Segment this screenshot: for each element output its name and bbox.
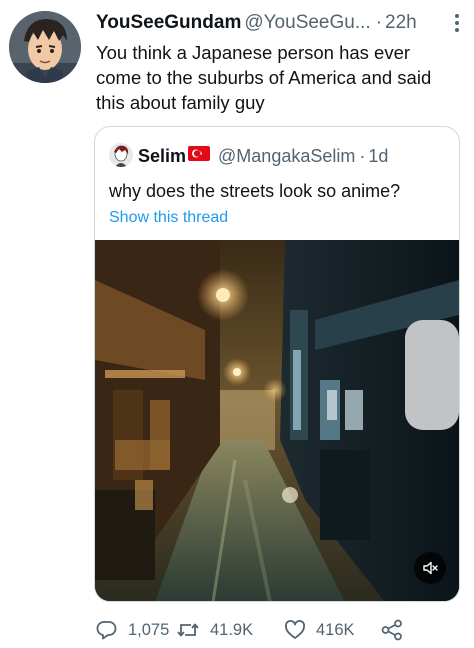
reply-button[interactable]: 1,075 [96,616,169,644]
reply-count: 1,075 [128,620,170,639]
turkey-flag-icon [188,142,211,168]
quoted-tweet[interactable]: Selim @MangakaSelim · 1d why does the stre… [94,126,460,602]
tweet-actions: 1,075 41.9K 416K [94,616,414,644]
author-avatar[interactable] [9,11,81,83]
like-count: 416K [316,620,355,639]
quote-author-handle[interactable]: @MangakaSelim [218,146,355,166]
quote-header: Selim @MangakaSelim · 1d [109,143,388,169]
author-handle[interactable]: @YouSeeGu... [244,12,370,33]
like-button[interactable]: 416K [284,616,355,644]
share-button[interactable] [380,616,414,644]
retweet-button[interactable]: 41.9K [176,616,253,644]
anime-avatar-icon [9,11,81,83]
speaker-muted-icon[interactable] [414,552,446,584]
quote-timestamp[interactable]: 1d [368,146,388,166]
show-thread-link[interactable]: Show this thread [109,207,228,229]
quote-separator-dot: · [359,146,366,166]
tweet-header: YouSeeGundam @YouSeeGu... · 22h [96,10,462,36]
quote-author-name[interactable]: Selim [138,146,186,166]
heart-icon [285,620,305,639]
separator-dot: · [375,12,383,33]
reply-icon [96,621,117,640]
video-alley-night-image [95,240,459,601]
tweet-text: You think a Japanese person has ever com… [96,42,432,113]
quote-author-avatar[interactable] [109,143,133,168]
retweet-icon [177,623,199,637]
tweet: YouSeeGundam @YouSeeGu... · 22h You think a… [0,0,474,648]
quote-avatar-icon [109,143,133,168]
quote-text: why does the streets look so anime? [109,181,401,201]
share-icon [381,619,402,641]
author-name[interactable]: YouSeeGundam [96,12,241,33]
more-vertical-icon[interactable] [454,13,460,33]
timestamp[interactable]: 22h [385,12,417,33]
quote-video[interactable] [95,240,459,601]
retweet-count: 41.9K [210,620,254,639]
